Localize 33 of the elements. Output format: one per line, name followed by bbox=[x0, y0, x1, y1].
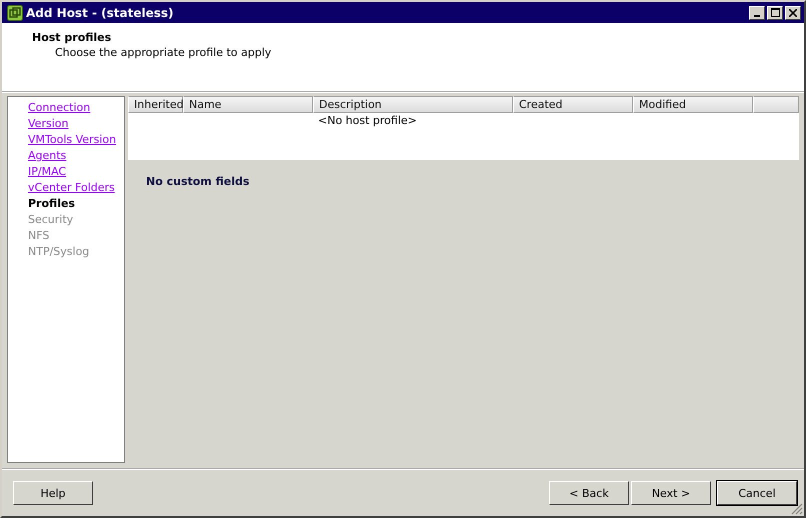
step-link[interactable]: Agents bbox=[28, 148, 124, 164]
blank-column-header bbox=[753, 96, 799, 113]
cancel-button[interactable]: Cancel bbox=[717, 481, 797, 505]
close-icon bbox=[789, 8, 797, 16]
column-header[interactable]: Created bbox=[513, 96, 633, 113]
page-title: Host profiles bbox=[32, 31, 112, 44]
column-header[interactable]: Description bbox=[313, 96, 513, 113]
column-header[interactable]: Modified bbox=[633, 96, 753, 113]
page-subtitle: Choose the appropriate profile to apply bbox=[54, 46, 272, 59]
step-label: NFS bbox=[28, 228, 50, 244]
app-icon bbox=[7, 4, 23, 20]
close-button[interactable] bbox=[785, 6, 801, 20]
step-link[interactable]: IP/MAC bbox=[28, 164, 124, 180]
custom-fields-label: No custom fields bbox=[145, 174, 250, 188]
minimize-button[interactable] bbox=[749, 6, 765, 20]
maximize-button[interactable] bbox=[767, 6, 783, 20]
minimize-icon bbox=[754, 14, 760, 16]
resize-grip-icon[interactable] bbox=[791, 503, 803, 515]
step-link[interactable]: Connection bbox=[28, 100, 124, 116]
window-title: Add Host - (stateless) bbox=[26, 6, 174, 20]
column-header[interactable]: Inherited bbox=[128, 96, 183, 113]
back-button[interactable]: < Back bbox=[549, 481, 629, 505]
step-link[interactable]: vCenter Folders bbox=[28, 180, 124, 196]
step-label: NTP/Syslog bbox=[28, 244, 90, 260]
step-label: Security bbox=[28, 212, 74, 228]
maximize-icon bbox=[770, 8, 780, 17]
step-link[interactable]: Profiles bbox=[28, 196, 124, 212]
empty-message: <No host profile> bbox=[318, 114, 417, 127]
step-link[interactable]: Version bbox=[28, 116, 124, 132]
step-link[interactable]: VMTools Version bbox=[28, 132, 124, 148]
next-button[interactable]: Next > bbox=[631, 481, 711, 505]
help-button[interactable]: Help bbox=[13, 481, 93, 505]
column-header[interactable]: Name bbox=[183, 96, 313, 113]
